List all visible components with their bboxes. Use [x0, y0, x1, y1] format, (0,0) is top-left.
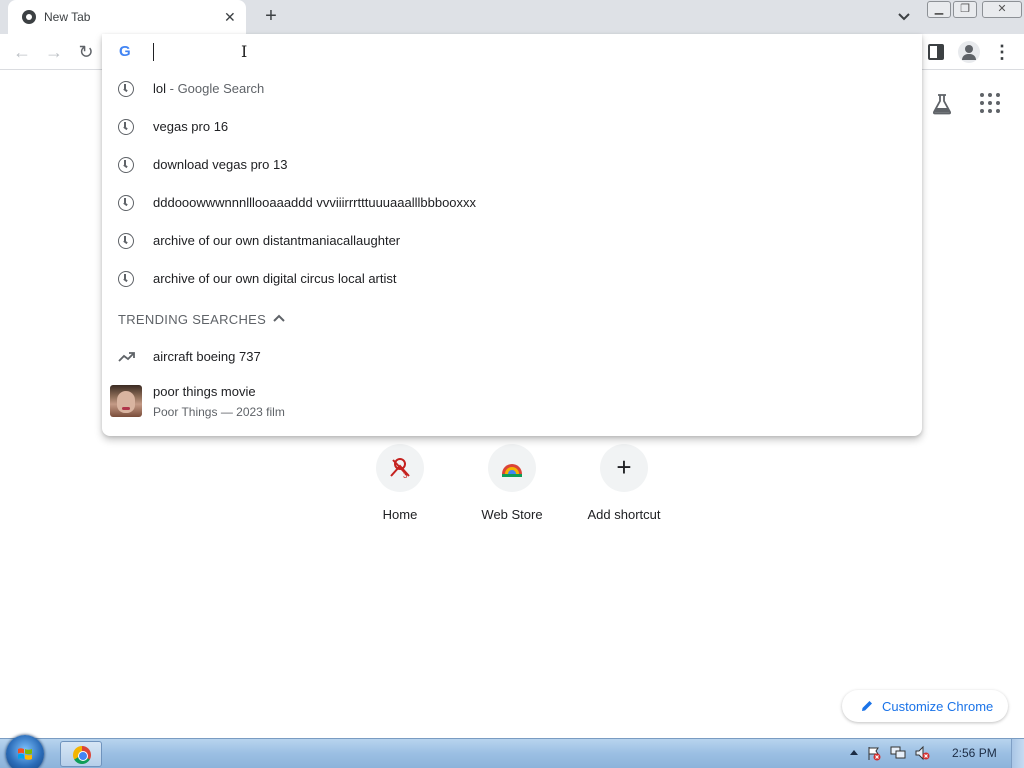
shortcut-label: Home — [382, 507, 418, 522]
taskbar-chrome-button[interactable] — [60, 741, 102, 767]
back-button[interactable]: ← — [10, 40, 34, 64]
profile-avatar-icon[interactable] — [958, 41, 980, 63]
omnibox-input-row[interactable]: G I — [102, 34, 922, 70]
chrome-menu-button[interactable]: ⋮ — [993, 42, 1011, 62]
close-window-button[interactable]: ✕ — [982, 1, 1022, 18]
action-center-flag-icon[interactable] — [866, 745, 882, 761]
entity-subtitle: Poor Things — 2023 film — [153, 405, 285, 419]
suggestion-text: archive of our own distantmaniacallaught… — [153, 233, 401, 248]
chrome-favicon-icon — [22, 10, 36, 24]
reload-button[interactable]: ↻ — [74, 40, 98, 64]
history-clock-icon — [118, 119, 134, 135]
tab-strip: New Tab ✕ + ▁ ❐ ✕ — [0, 0, 1024, 34]
start-button[interactable] — [6, 735, 44, 768]
web-store-icon — [488, 444, 536, 492]
history-clock-icon — [118, 81, 134, 97]
suggestion-item[interactable]: lol - Google Search — [102, 70, 922, 108]
history-clock-icon — [118, 233, 134, 249]
plus-icon: + — [616, 452, 632, 482]
trending-item[interactable]: aircraft boeing 737 — [102, 338, 922, 376]
entity-title: poor things movie — [153, 384, 256, 399]
side-panel-icon[interactable] — [928, 44, 944, 60]
google-apps-grid-icon[interactable] — [980, 93, 1000, 113]
google-logo-icon: G — [119, 43, 131, 60]
suggestion-item[interactable]: download vegas pro 13 — [102, 146, 922, 184]
system-clock[interactable]: 2:56 PM — [952, 746, 997, 760]
chrome-labs-flask-icon[interactable] — [930, 92, 954, 116]
windows-taskbar: 2:56 PM — [0, 735, 1024, 768]
shortcut-add[interactable]: + Add shortcut — [568, 442, 680, 532]
trending-text: aircraft boeing 737 — [153, 349, 261, 364]
restore-button[interactable]: ❐ — [953, 1, 977, 18]
suggestion-item[interactable]: dddooowwwnnnlllooaaaddd vvviiirrrtttuuua… — [102, 184, 922, 222]
volume-muted-icon[interactable] — [914, 745, 930, 761]
tab-search-chevron-icon[interactable] — [895, 9, 913, 25]
suggestion-text: lol — [153, 81, 167, 96]
add-shortcut-button: + — [600, 444, 648, 492]
svg-text:3: 3 — [403, 471, 408, 480]
history-clock-icon — [118, 157, 134, 173]
text-caret — [153, 43, 154, 61]
tab-new-tab[interactable]: New Tab ✕ — [8, 0, 246, 34]
show-hidden-icons-icon[interactable] — [846, 745, 862, 761]
suggestion-item[interactable]: archive of our own distantmaniacallaught… — [102, 222, 922, 260]
shortcut-label: Web Store — [481, 507, 543, 522]
shortcut-home[interactable]: 3 Home — [344, 442, 456, 532]
pencil-icon — [862, 701, 872, 711]
windows-logo-icon — [18, 748, 32, 760]
ibeam-cursor-icon: I — [241, 42, 248, 61]
tab-close-button[interactable]: ✕ — [224, 9, 236, 25]
chrome-logo-icon — [73, 746, 91, 764]
home-shortcut-icon: 3 — [376, 444, 424, 492]
omnibox-dropdown: G I lol - Google Search vegas pro 16 dow… — [102, 34, 922, 436]
tab-title: New Tab — [44, 10, 91, 24]
forward-button[interactable]: → — [42, 40, 66, 64]
trending-up-icon — [118, 352, 135, 362]
minimize-button[interactable]: ▁ — [927, 1, 951, 18]
shortcut-web-store[interactable]: Web Store — [456, 442, 568, 532]
suggestion-text: archive of our own digital circus local … — [153, 271, 397, 286]
suggestion-text: dddooowwwnnnlllooaaaddd vvviiirrrtttuuua… — [153, 195, 477, 210]
history-clock-icon — [118, 195, 134, 211]
suggestion-item[interactable]: archive of our own digital circus local … — [102, 260, 922, 298]
customize-label: Customize Chrome — [882, 699, 994, 714]
movie-thumbnail-image — [110, 385, 142, 417]
shortcut-label: Add shortcut — [587, 507, 661, 522]
trending-searches-header: TRENDING SEARCHES — [118, 312, 267, 327]
suggestion-text: download vegas pro 13 — [153, 157, 288, 172]
history-clock-icon — [118, 271, 134, 287]
network-icon[interactable] — [890, 745, 906, 761]
chevron-up-icon[interactable] — [272, 311, 286, 325]
suggestion-text: vegas pro 16 — [153, 119, 229, 134]
new-tab-button[interactable]: + — [260, 6, 282, 28]
customize-chrome-button[interactable]: Customize Chrome — [842, 690, 1008, 722]
suggestion-subtext: - Google Search — [166, 81, 265, 96]
suggestion-item[interactable]: vegas pro 16 — [102, 108, 922, 146]
show-desktop-button[interactable] — [1011, 739, 1024, 768]
